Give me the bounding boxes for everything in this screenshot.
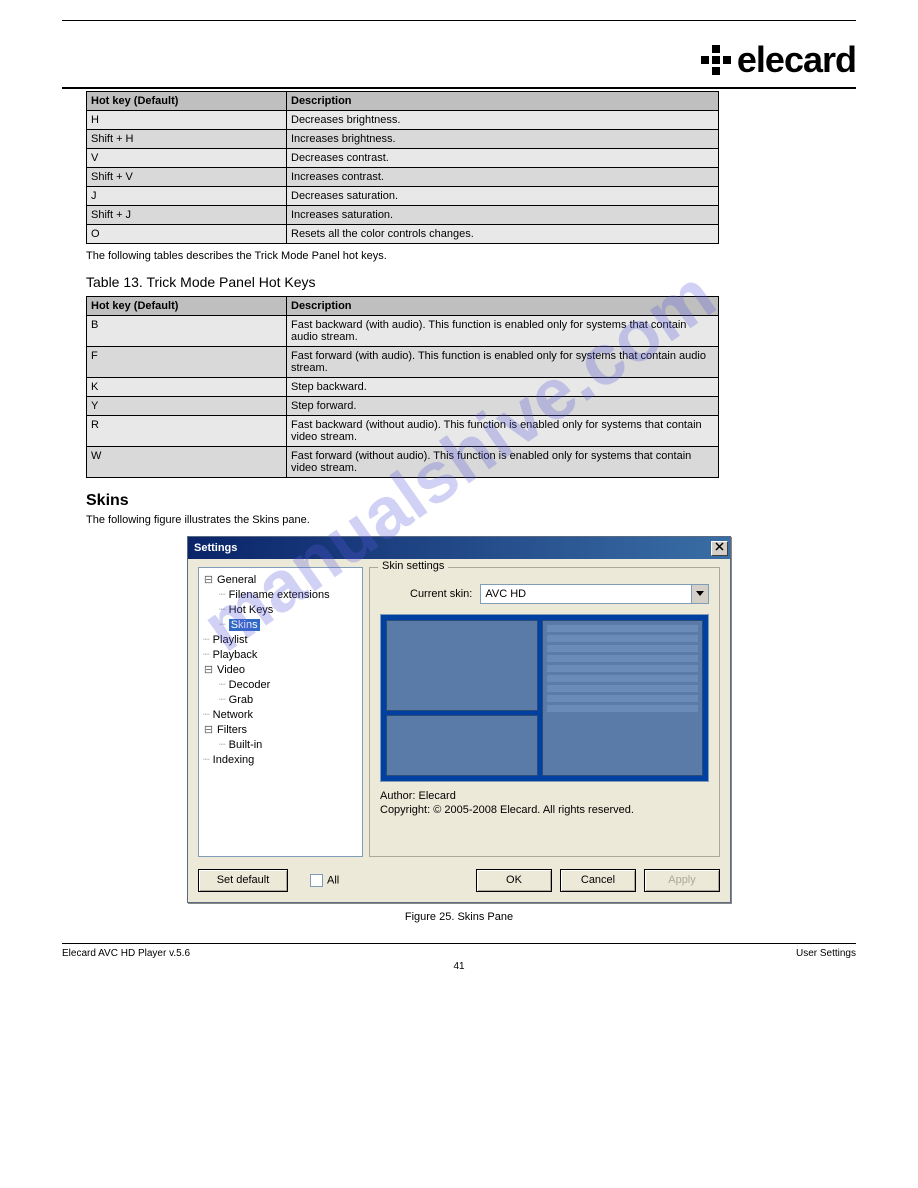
footer-right: User Settings bbox=[796, 948, 856, 959]
td: J bbox=[87, 187, 287, 206]
td: Shift + H bbox=[87, 130, 287, 149]
all-checkbox-label[interactable]: All bbox=[310, 874, 339, 887]
table-hotkeys-color: Hot key (Default)Description HDecreases … bbox=[86, 91, 719, 244]
copyright-label: Copyright: © 2005-2008 Elecard. All righ… bbox=[380, 804, 709, 816]
tree-item-built-in[interactable]: ┈ Built-in bbox=[201, 737, 360, 752]
cancel-button[interactable]: Cancel bbox=[560, 869, 636, 892]
logo-icon bbox=[701, 45, 731, 75]
dialog-title: Settings bbox=[194, 542, 237, 554]
chevron-down-icon bbox=[696, 591, 704, 597]
figure-caption: Figure 25. Skins Pane bbox=[62, 911, 856, 923]
td: F bbox=[87, 347, 287, 378]
td: H bbox=[87, 111, 287, 130]
table2-caption: Table 13. Trick Mode Panel Hot Keys bbox=[86, 274, 856, 290]
close-button[interactable] bbox=[711, 541, 728, 556]
current-skin-dropdown[interactable]: AVC HD bbox=[480, 584, 709, 604]
th: Hot key (Default) bbox=[87, 92, 287, 111]
td: V bbox=[87, 149, 287, 168]
td: R bbox=[87, 416, 287, 447]
tree-item-decoder[interactable]: ┈ Decoder bbox=[201, 677, 360, 692]
ok-button[interactable]: OK bbox=[476, 869, 552, 892]
skin-preview bbox=[380, 614, 709, 782]
tree-item-video[interactable]: ⊟ Video bbox=[201, 662, 360, 677]
td: Step forward. bbox=[287, 397, 719, 416]
tree-item-playback[interactable]: ┈ Playback bbox=[201, 647, 360, 662]
set-default-button[interactable]: Set default bbox=[198, 869, 288, 892]
td: Decreases saturation. bbox=[287, 187, 719, 206]
td: W bbox=[87, 447, 287, 478]
fieldset-legend: Skin settings bbox=[378, 560, 448, 572]
td: Y bbox=[87, 397, 287, 416]
table-hotkeys-trick: Hot key (Default)Description BFast backw… bbox=[86, 296, 719, 478]
author-label: Author: Elecard bbox=[380, 790, 709, 802]
note-text: The following tables describes the Trick… bbox=[86, 250, 856, 262]
dropdown-button[interactable] bbox=[691, 585, 708, 603]
tree-item-filters[interactable]: ⊟ Filters bbox=[201, 722, 360, 737]
td: Shift + J bbox=[87, 206, 287, 225]
td: K bbox=[87, 378, 287, 397]
tree-item-indexing[interactable]: ┈ Indexing bbox=[201, 752, 360, 767]
tree-item-skins[interactable]: ┈ Skins bbox=[201, 617, 360, 632]
logo-row: elecard bbox=[62, 39, 856, 81]
td: Step backward. bbox=[287, 378, 719, 397]
tree-item-grab[interactable]: ┈ Grab bbox=[201, 692, 360, 707]
close-icon bbox=[715, 542, 724, 551]
preview-info-pane bbox=[542, 620, 704, 776]
tree-item-playlist[interactable]: ┈ Playlist bbox=[201, 632, 360, 647]
current-skin-value: AVC HD bbox=[481, 588, 691, 600]
titlebar[interactable]: Settings bbox=[188, 537, 730, 559]
bottom-rule bbox=[62, 943, 856, 944]
tree-item-network[interactable]: ┈ Network bbox=[201, 707, 360, 722]
tree-item-general[interactable]: ⊟ General bbox=[201, 572, 360, 587]
preview-mixer-pane bbox=[386, 715, 538, 776]
tree-item-hot-keys[interactable]: ┈ Hot Keys bbox=[201, 602, 360, 617]
tree-item-filename-extensions[interactable]: ┈ Filename extensions bbox=[201, 587, 360, 602]
td: Shift + V bbox=[87, 168, 287, 187]
apply-button[interactable]: Apply bbox=[644, 869, 720, 892]
td: Fast backward (with audio). This functio… bbox=[287, 316, 719, 347]
td: Decreases contrast. bbox=[287, 149, 719, 168]
preview-player-pane bbox=[386, 620, 538, 711]
td: Fast forward (without audio). This funct… bbox=[287, 447, 719, 478]
all-label-text: All bbox=[327, 874, 339, 886]
td: Increases brightness. bbox=[287, 130, 719, 149]
skins-heading: Skins bbox=[86, 492, 856, 510]
th: Description bbox=[287, 92, 719, 111]
footer-left: Elecard AVC HD Player v.5.6 bbox=[62, 948, 190, 959]
th: Hot key (Default) bbox=[87, 297, 287, 316]
page-number: 41 bbox=[62, 961, 856, 972]
th: Description bbox=[287, 297, 719, 316]
top-rule bbox=[62, 20, 856, 21]
td: Decreases brightness. bbox=[287, 111, 719, 130]
all-checkbox[interactable] bbox=[310, 874, 323, 887]
current-skin-label: Current skin: bbox=[410, 588, 472, 600]
logo-text: elecard bbox=[737, 39, 856, 81]
td: O bbox=[87, 225, 287, 244]
td: B bbox=[87, 316, 287, 347]
td: Fast backward (without audio). This func… bbox=[287, 416, 719, 447]
header-rule bbox=[62, 87, 856, 89]
skin-settings-group: Skin settings Current skin: AVC HD bbox=[369, 567, 720, 857]
settings-dialog: Settings ⊟ General┈ Filename extensions┈… bbox=[187, 536, 731, 903]
logo: elecard bbox=[701, 39, 856, 81]
skins-desc: The following figure illustrates the Ski… bbox=[86, 514, 856, 526]
td: Increases saturation. bbox=[287, 206, 719, 225]
settings-tree[interactable]: ⊟ General┈ Filename extensions┈ Hot Keys… bbox=[198, 567, 363, 857]
td: Resets all the color controls changes. bbox=[287, 225, 719, 244]
td: Fast forward (with audio). This function… bbox=[287, 347, 719, 378]
td: Increases contrast. bbox=[287, 168, 719, 187]
